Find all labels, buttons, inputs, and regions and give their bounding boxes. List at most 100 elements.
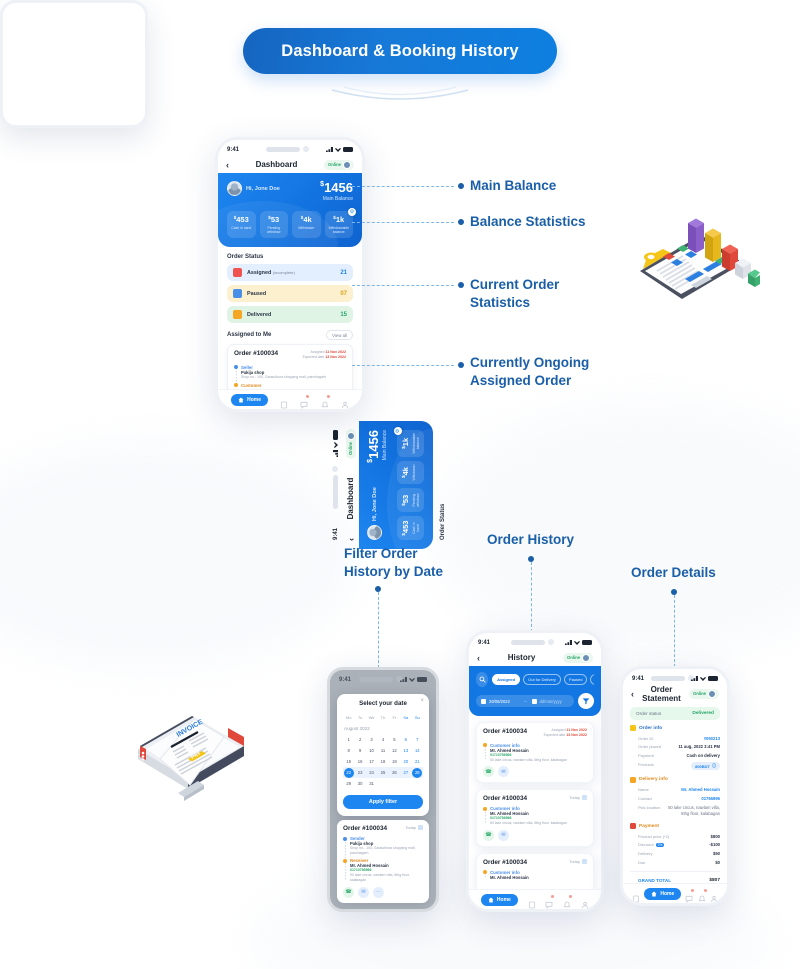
history-order-card[interactable]: Order #100034 Today Customer info Mr. Ah… xyxy=(476,789,594,847)
calendar-day[interactable]: 4 xyxy=(377,734,388,745)
avatar xyxy=(708,689,716,698)
calendar-day[interactable]: 29 xyxy=(343,778,354,789)
calendar-day[interactable]: 30 xyxy=(354,778,365,789)
invoice-monitor-illustration: INVOICE PAY xyxy=(138,716,244,801)
calendar-day-range-start[interactable]: 22 xyxy=(343,767,355,778)
tab-notifications[interactable] xyxy=(321,393,331,407)
tab-home-label: Home xyxy=(660,890,675,897)
row-key: Delivery xyxy=(638,851,653,857)
tab-home[interactable]: Home xyxy=(231,393,269,406)
calendar-icon xyxy=(531,698,537,704)
calendar-day[interactable]: 5 xyxy=(389,734,400,745)
tab-profile[interactable] xyxy=(341,396,349,408)
calendar-day[interactable]: 3 xyxy=(366,734,377,745)
calendar-day[interactable]: 31 xyxy=(366,778,377,789)
calendar-day-range-end[interactable]: 28 xyxy=(411,767,423,778)
timeline-receiver: Receiver Mr. Ahmed Hossain 01710756566 5… xyxy=(343,858,423,882)
status-time: 9:41 xyxy=(632,675,645,682)
calendar-grid[interactable]: 1 2 3 4 5 6 7 8 9 10 11 12 13 14 15 16 1… xyxy=(343,734,423,789)
close-icon[interactable]: × xyxy=(420,698,424,704)
gear-icon[interactable]: ⚙ xyxy=(348,208,356,216)
tab-home[interactable]: Home xyxy=(480,893,518,906)
calendar-day[interactable]: 11 xyxy=(377,745,388,756)
calendar-day[interactable]: 2 xyxy=(354,734,365,745)
online-status-badge[interactable]: Online xyxy=(562,652,593,663)
calendar-day[interactable]: 6 xyxy=(400,734,411,745)
tab-notifications[interactable] xyxy=(698,887,708,901)
products-value: 800BDT xyxy=(695,763,710,769)
calendar-day[interactable]: 25 xyxy=(377,767,389,778)
date-range-picker[interactable]: 29/08/2022 → dd/mm/yyyy xyxy=(476,695,574,707)
tab-home[interactable]: Home xyxy=(644,887,682,900)
apply-filter-button[interactable]: Apply filter xyxy=(343,795,423,809)
online-status-badge[interactable]: Online xyxy=(323,159,354,170)
order-meta: Assigned 11 Nov 2022 Expected date 13 No… xyxy=(544,728,587,739)
tab-messages[interactable] xyxy=(300,393,311,409)
call-button[interactable]: ☎ xyxy=(483,766,494,778)
tab-profile[interactable] xyxy=(581,896,589,908)
stat-withdrawn[interactable]: $4k Withdrawn xyxy=(292,211,321,238)
calendar-day[interactable]: 16 xyxy=(354,756,365,767)
receiver-dot-icon xyxy=(343,858,347,863)
message-button[interactable]: ✉ xyxy=(498,766,509,778)
calendar-day[interactable]: 27 xyxy=(400,767,412,778)
calendar-day[interactable]: 24 xyxy=(365,767,378,778)
calendar-day[interactable]: 12 xyxy=(389,745,400,756)
more-button[interactable]: ⋯ xyxy=(373,886,384,898)
calendar-day[interactable]: 14 xyxy=(412,745,423,756)
calendar-day[interactable]: 9 xyxy=(354,745,365,756)
filtered-order-card[interactable]: Order #100034 Today Sender Pakija shop S… xyxy=(337,820,429,903)
callout-dot-balance-statistics xyxy=(458,219,464,225)
tab-messages[interactable] xyxy=(545,893,556,909)
back-icon[interactable]: ‹ xyxy=(477,653,480,663)
filter-chip-paused[interactable]: Paused xyxy=(563,674,588,685)
tab-orders[interactable] xyxy=(280,396,288,408)
order-status-paused[interactable]: Paused 07 xyxy=(227,285,353,302)
calendar-day[interactable]: 15 xyxy=(343,756,354,767)
status-name: Delivered xyxy=(247,311,272,318)
tab-profile[interactable] xyxy=(710,890,718,902)
date-to[interactable]: dd/mm/yyyy xyxy=(531,698,570,704)
calendar-day[interactable]: 21 xyxy=(412,756,423,767)
calendar-day[interactable]: 26 xyxy=(388,767,401,778)
filter-chip-out-for-delivery[interactable]: Out for Delivery xyxy=(523,674,561,685)
view-all-button[interactable]: View all xyxy=(325,330,353,340)
tab-notifications[interactable] xyxy=(563,893,574,907)
order-status-assigned[interactable]: Assigned (incomplete) 21 xyxy=(227,264,353,281)
customer-block: Customer info Mr. Ahmed Hossain xyxy=(483,870,587,880)
date-picker-sheet: × Select your date Mo Tu We Th Fr Sa Su … xyxy=(337,694,429,816)
calendar-day[interactable]: 8 xyxy=(343,745,354,756)
calendar-day[interactable]: 1 xyxy=(343,734,354,745)
search-button[interactable] xyxy=(476,672,489,687)
calendar-day[interactable]: 19 xyxy=(389,756,400,767)
tab-messages[interactable] xyxy=(685,887,696,903)
tab-orders[interactable] xyxy=(632,890,640,902)
calendar-day[interactable]: 7 xyxy=(412,734,423,745)
products-badge[interactable]: 800BDT ⓘ xyxy=(691,762,720,771)
call-button[interactable]: ☎ xyxy=(483,829,494,841)
calendar-day[interactable]: 23 xyxy=(354,767,366,778)
message-button[interactable]: ✉ xyxy=(358,886,369,898)
calendar-day[interactable]: 13 xyxy=(400,745,411,756)
message-button[interactable]: ✉ xyxy=(498,829,509,841)
date-from[interactable]: 29/08/2022 xyxy=(481,698,519,704)
back-icon[interactable]: ‹ xyxy=(631,689,634,699)
calendar-day[interactable]: 18 xyxy=(377,756,388,767)
stat-pending-withdraw[interactable]: $53 Pending withdraw xyxy=(259,211,288,238)
calendar-day[interactable]: 20 xyxy=(400,756,411,767)
stat-withdrawable-balance[interactable]: ⚙ $1k Withdrawable balance xyxy=(324,208,356,238)
filter-chip-assigned[interactable]: Assigned xyxy=(492,674,521,685)
history-order-card[interactable]: Order #100034 Assigned 11 Nov 2022 Expec… xyxy=(476,722,594,784)
calendar-day[interactable]: 10 xyxy=(366,745,377,756)
customer-dot-icon xyxy=(234,383,238,387)
filter-button[interactable] xyxy=(578,693,594,709)
filter-chip-take-back[interactable]: Take back xyxy=(590,674,594,685)
calendar-day[interactable]: 17 xyxy=(366,756,377,767)
tab-orders[interactable] xyxy=(528,896,536,908)
stat-cash-in-hand[interactable]: $453 Cash in hand xyxy=(227,211,256,238)
back-icon[interactable]: ‹ xyxy=(226,160,229,170)
order-info-products-row: Products 800BDT ⓘ xyxy=(630,761,720,772)
order-status-delivered[interactable]: Delivered 15 xyxy=(227,306,353,323)
online-status-badge[interactable]: Online xyxy=(688,688,719,699)
call-button[interactable]: ☎ xyxy=(343,886,354,898)
